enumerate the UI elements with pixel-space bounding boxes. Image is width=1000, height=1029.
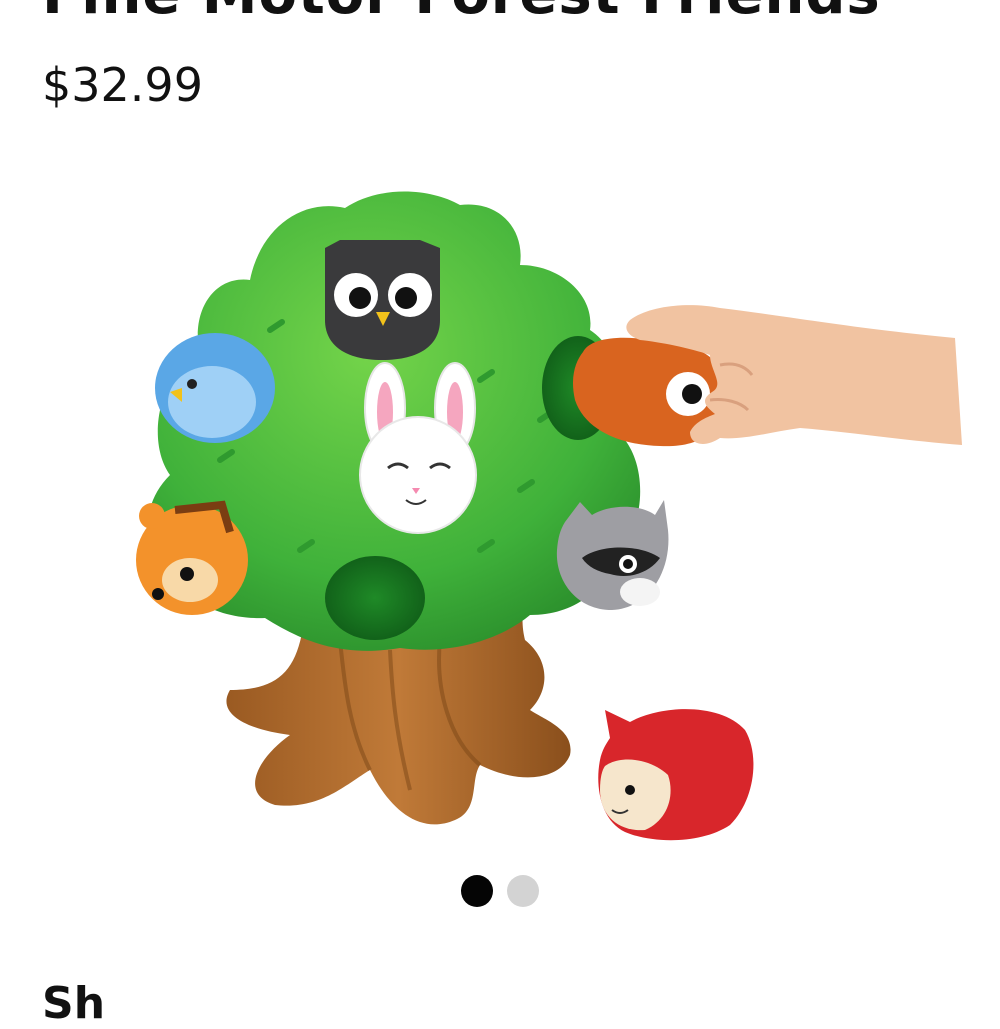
product-image[interactable] bbox=[0, 170, 1000, 860]
tree-hole bbox=[325, 556, 425, 640]
image-carousel-dots bbox=[0, 875, 1000, 907]
raccoon-figure bbox=[556, 500, 669, 610]
owl-figure bbox=[325, 240, 440, 360]
product-price: $32.99 bbox=[42, 58, 203, 112]
section-heading: Sh bbox=[42, 978, 106, 1029]
product-title: Fine Motor Forest Friends bbox=[42, 0, 881, 27]
bluebird-figure bbox=[155, 333, 275, 443]
carousel-dot-2[interactable] bbox=[507, 875, 539, 907]
fox-figure bbox=[598, 709, 754, 841]
carousel-dot-1[interactable] bbox=[461, 875, 493, 907]
